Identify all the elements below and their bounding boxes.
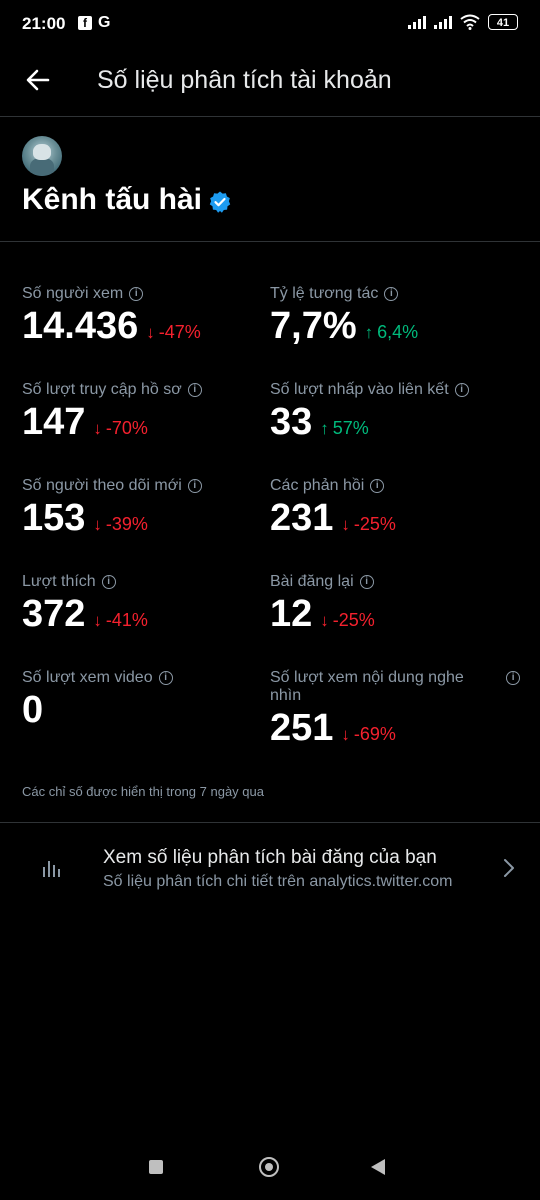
metric-label: Các phản hồi	[270, 477, 365, 494]
metric-label: Số người xem	[22, 285, 124, 302]
chevron-right-icon	[504, 859, 514, 877]
metric-value: 12	[270, 593, 313, 635]
metric-label: Số lượt truy cập hồ sơ	[22, 381, 182, 398]
arrow-down-icon: ↓	[341, 725, 350, 744]
metric-change: ↓ -69%	[341, 724, 396, 744]
bar-chart-icon	[43, 861, 60, 877]
avatar[interactable]	[22, 136, 62, 176]
system-back-button[interactable]	[371, 1159, 385, 1175]
metric-change: ↓ -39%	[93, 514, 148, 534]
signal-icon-2	[434, 15, 452, 29]
status-bar: 21:00 f G 41	[0, 0, 540, 48]
metric-change: ↓ -70%	[93, 418, 148, 438]
info-icon[interactable]: i	[187, 383, 202, 397]
arrow-down-icon: ↓	[93, 515, 102, 534]
arrow-down-icon: ↓	[146, 323, 155, 342]
post-analytics-title: Xem số liệu phân tích bài đăng của bạn	[103, 847, 437, 868]
profile-section: Kênh tấu hài	[0, 117, 540, 242]
metric-reposts: Bài đăng lại i 12 ↓ -25%	[270, 573, 375, 636]
metric-change: ↓ -47%	[146, 322, 201, 342]
metrics-footnote: Các chỉ số được hiển thị trong 7 ngày qu…	[22, 784, 264, 799]
metric-label: Số lượt nhấp vào liên kết	[270, 381, 449, 398]
arrow-up-icon: ↑	[364, 323, 374, 342]
google-icon: G	[98, 14, 111, 31]
info-icon[interactable]: i	[506, 671, 520, 685]
post-analytics-link[interactable]: Xem số liệu phân tích bài đăng của bạn S…	[0, 823, 540, 915]
metric-value: 231	[270, 497, 334, 539]
metric-label: Lượt thích	[22, 573, 96, 590]
arrow-up-icon: ↑	[320, 419, 329, 438]
system-nav-bar	[0, 1140, 540, 1200]
metric-viewers: Số người xem i 14.436 ↓ -47%	[22, 285, 201, 348]
notification-icons: f G	[78, 14, 110, 32]
top-app-bar: Số liệu phân tích tài khoản	[0, 48, 540, 117]
info-icon[interactable]: i	[370, 479, 385, 493]
metric-value: 372	[22, 593, 86, 635]
metric-likes: Lượt thích i 372 ↓ -41%	[22, 573, 148, 636]
metric-replies: Các phản hồi i 231 ↓ -25%	[270, 477, 396, 540]
metric-value: 153	[22, 497, 86, 539]
metric-new-followers: Số người theo dõi mới i 153 ↓ -39%	[22, 477, 202, 540]
info-icon[interactable]: i	[101, 575, 116, 589]
info-icon[interactable]: i	[359, 575, 374, 589]
status-time: 21:00	[22, 14, 66, 33]
home-button[interactable]	[259, 1157, 279, 1177]
info-icon[interactable]: i	[384, 287, 399, 301]
page-title: Số liệu phân tích tài khoản	[97, 66, 392, 94]
post-analytics-subtitle: Số liệu phân tích chi tiết trên analytic…	[103, 873, 453, 890]
metric-label: Tỷ lệ tương tác	[270, 285, 379, 302]
arrow-down-icon: ↓	[320, 611, 329, 630]
info-icon[interactable]: i	[187, 479, 202, 493]
metric-video-views: Số lượt xem video i 0	[22, 669, 173, 732]
recents-button[interactable]	[149, 1160, 163, 1174]
metric-value: 147	[22, 401, 86, 443]
metric-value: 7,7%	[270, 305, 357, 347]
info-icon[interactable]: i	[158, 671, 173, 685]
profile-name-row: Kênh tấu hài	[22, 183, 232, 217]
metric-label: Số người theo dõi mới	[22, 477, 182, 494]
metric-media-views: Số lượt xem nội dung nghe nhìn i 251 ↓ -6…	[270, 669, 520, 750]
metric-link-clicks: Số lượt nhấp vào liên kết i 33 ↑ 57%	[270, 381, 469, 444]
verified-badge-icon	[209, 191, 231, 213]
arrow-down-icon: ↓	[93, 611, 102, 630]
metric-label: Số lượt xem video	[22, 669, 153, 686]
metric-value: 14.436	[22, 305, 139, 347]
metric-value: 251	[270, 707, 334, 749]
arrow-down-icon: ↓	[341, 515, 350, 534]
metric-value: 33	[270, 401, 313, 443]
info-icon[interactable]: i	[129, 287, 144, 301]
metric-change: ↓ -25%	[320, 610, 375, 630]
metric-change: ↑ 6,4%	[364, 322, 419, 342]
metric-engagement-rate: Tỷ lệ tương tác i 7,7% ↑ 6,4%	[270, 285, 418, 348]
signal-icon	[408, 15, 426, 29]
info-icon[interactable]: i	[454, 383, 469, 397]
metric-label: Bài đăng lại	[270, 573, 354, 590]
metric-change: ↓ -41%	[93, 610, 148, 630]
metric-label: Số lượt xem nội dung nghe nhìn	[270, 669, 464, 704]
arrow-down-icon: ↓	[93, 419, 102, 438]
system-icons: 41	[408, 14, 518, 30]
battery-icon: 41	[488, 14, 518, 30]
back-arrow-icon[interactable]	[22, 64, 54, 96]
wifi-icon	[460, 14, 480, 30]
metric-profile-visits: Số lượt truy cập hồ sơ i 147 ↓ -70%	[22, 381, 202, 444]
metric-value: 0	[22, 689, 44, 731]
profile-name: Kênh tấu hài	[22, 183, 203, 216]
metric-change: ↓ -25%	[341, 514, 396, 534]
facebook-icon: f	[78, 16, 92, 30]
metric-change: ↑ 57%	[320, 418, 369, 438]
